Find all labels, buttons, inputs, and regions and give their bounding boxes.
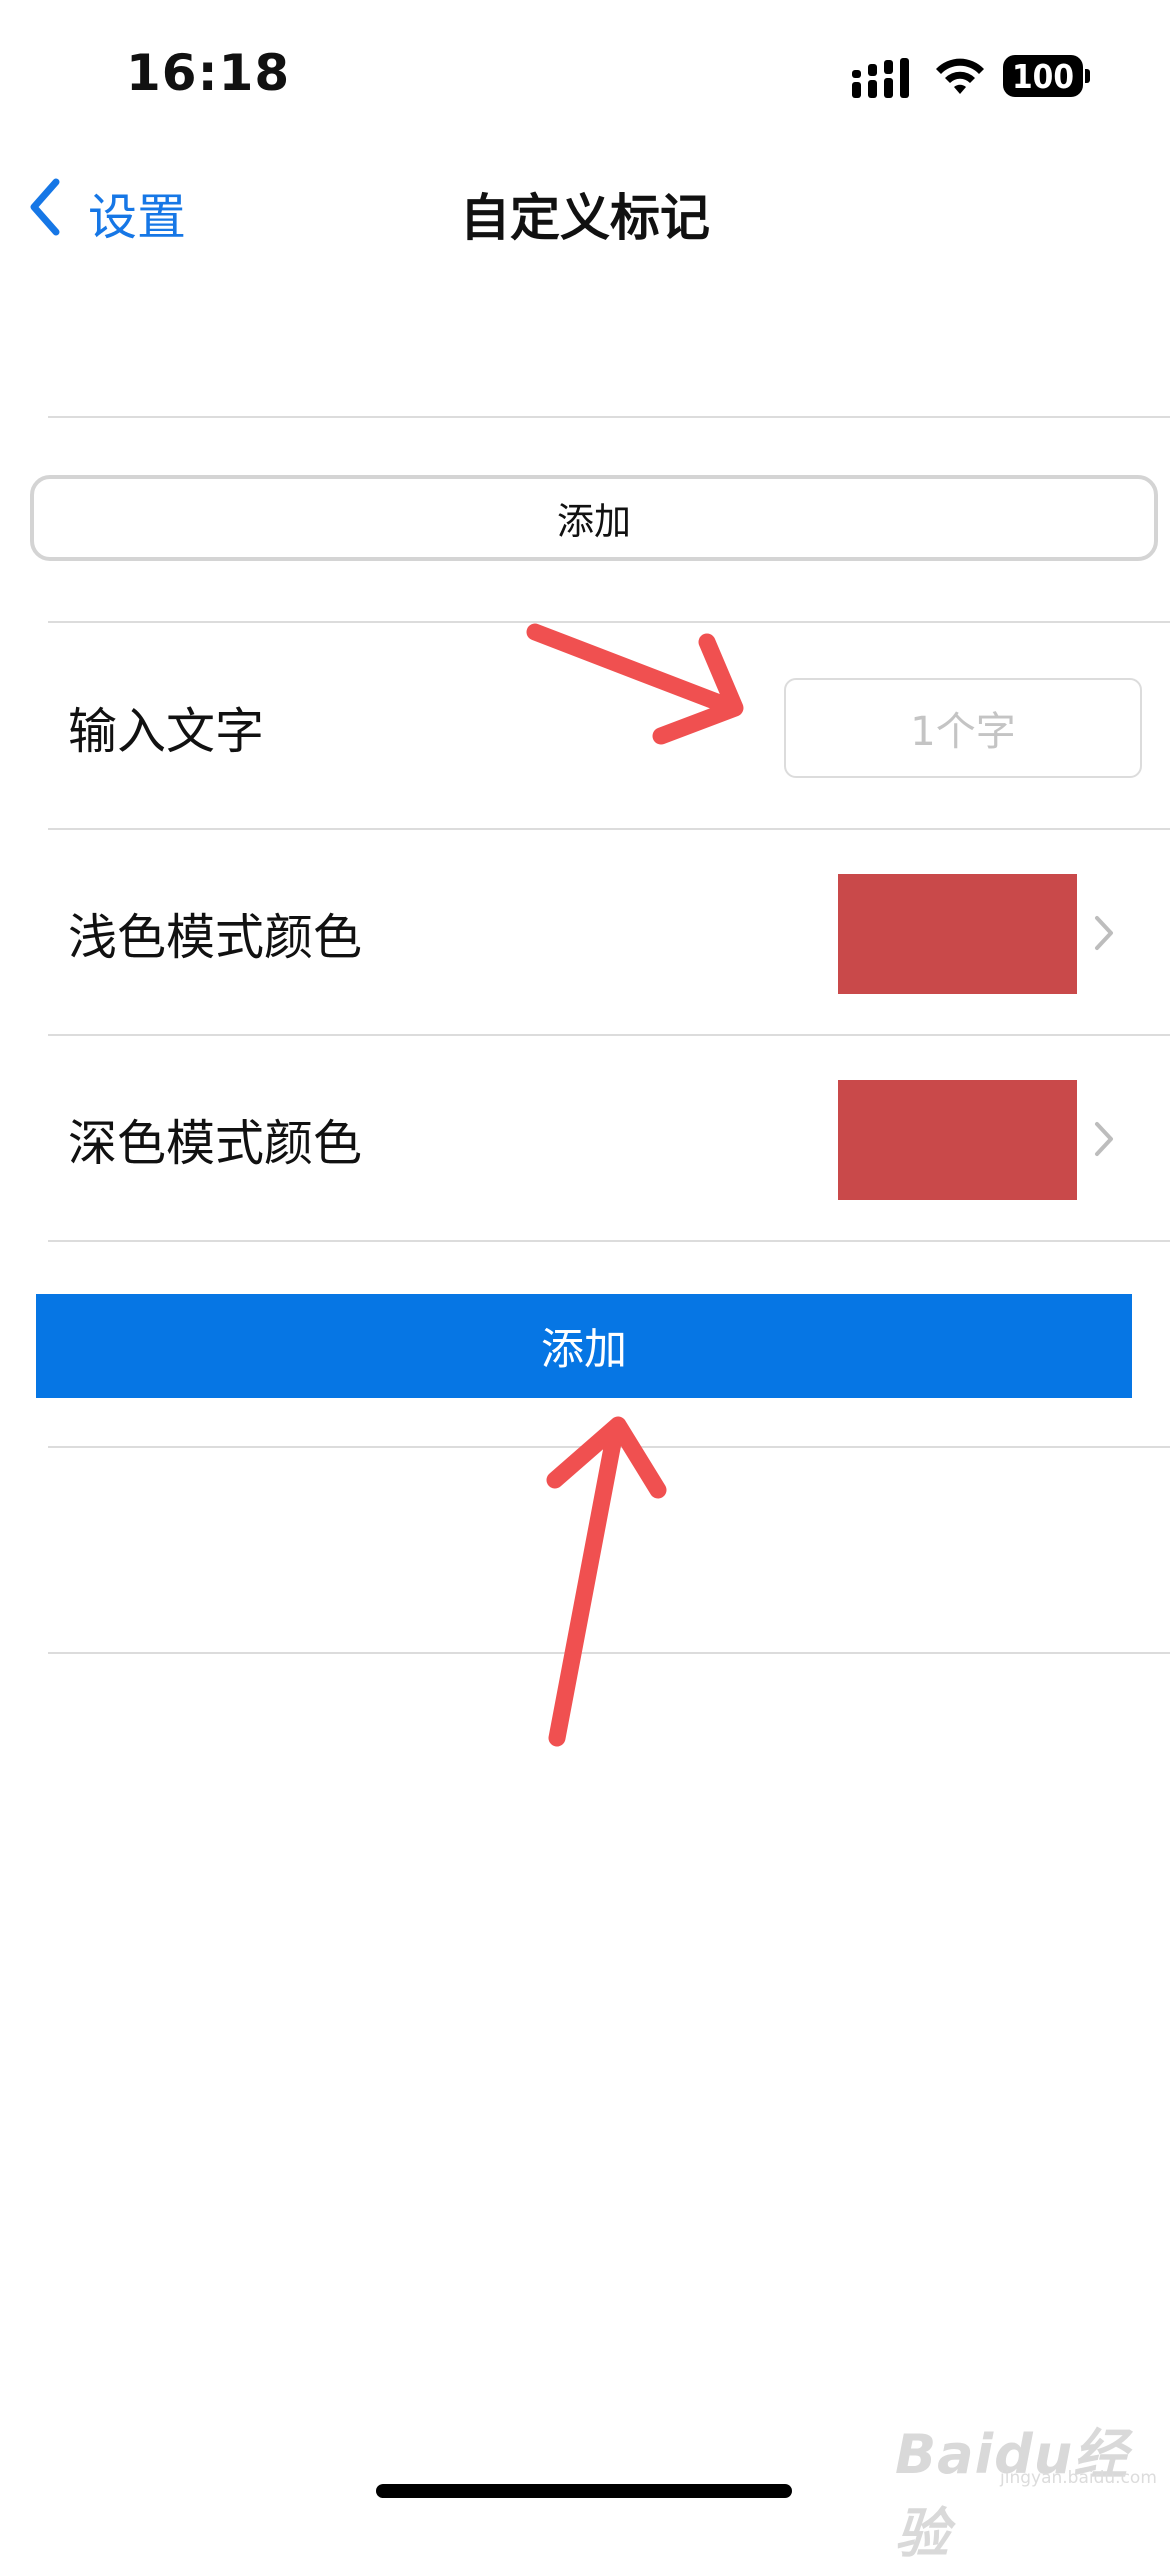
divider (48, 1652, 1170, 1654)
cellular-signal-icon (852, 58, 909, 98)
page-title: 自定义标记 (460, 189, 710, 247)
battery-cap (1085, 69, 1090, 83)
add-button-secondary[interactable]: 添加 (30, 475, 1158, 561)
chevron-right-icon[interactable] (1093, 1120, 1115, 1158)
divider (48, 416, 1170, 418)
divider (48, 1034, 1170, 1036)
light-mode-color-swatch[interactable] (838, 874, 1077, 994)
add-button-primary[interactable]: 添加 (36, 1294, 1132, 1398)
annotation-arrows (526, 623, 744, 1747)
divider (48, 621, 1170, 623)
arrow-to-add-button-icon (546, 1416, 667, 1747)
baidu-watermark-logo: Baidu经验 (895, 2423, 1129, 2565)
dark-mode-color-label: 深色模式颜色 (68, 1115, 363, 1172)
status-time: 16:18 (126, 44, 291, 102)
battery-level: 100 (1012, 57, 1074, 96)
dark-mode-color-swatch[interactable] (838, 1080, 1077, 1200)
divider (48, 1240, 1170, 1242)
divider (48, 1446, 1170, 1448)
mark-text-input[interactable]: 1个字 (784, 678, 1142, 778)
light-mode-color-label: 浅色模式颜色 (68, 909, 363, 966)
home-indicator[interactable] (376, 2484, 792, 2498)
baidu-watermark-url: jingyan.baidu.com (1000, 2468, 1157, 2488)
arrow-to-input-icon (526, 623, 744, 745)
chevron-right-icon[interactable] (1093, 914, 1115, 952)
battery-icon: 100 (1003, 55, 1083, 97)
divider (48, 828, 1170, 830)
input-text-label: 输入文字 (68, 703, 265, 760)
wifi-icon (936, 58, 984, 94)
